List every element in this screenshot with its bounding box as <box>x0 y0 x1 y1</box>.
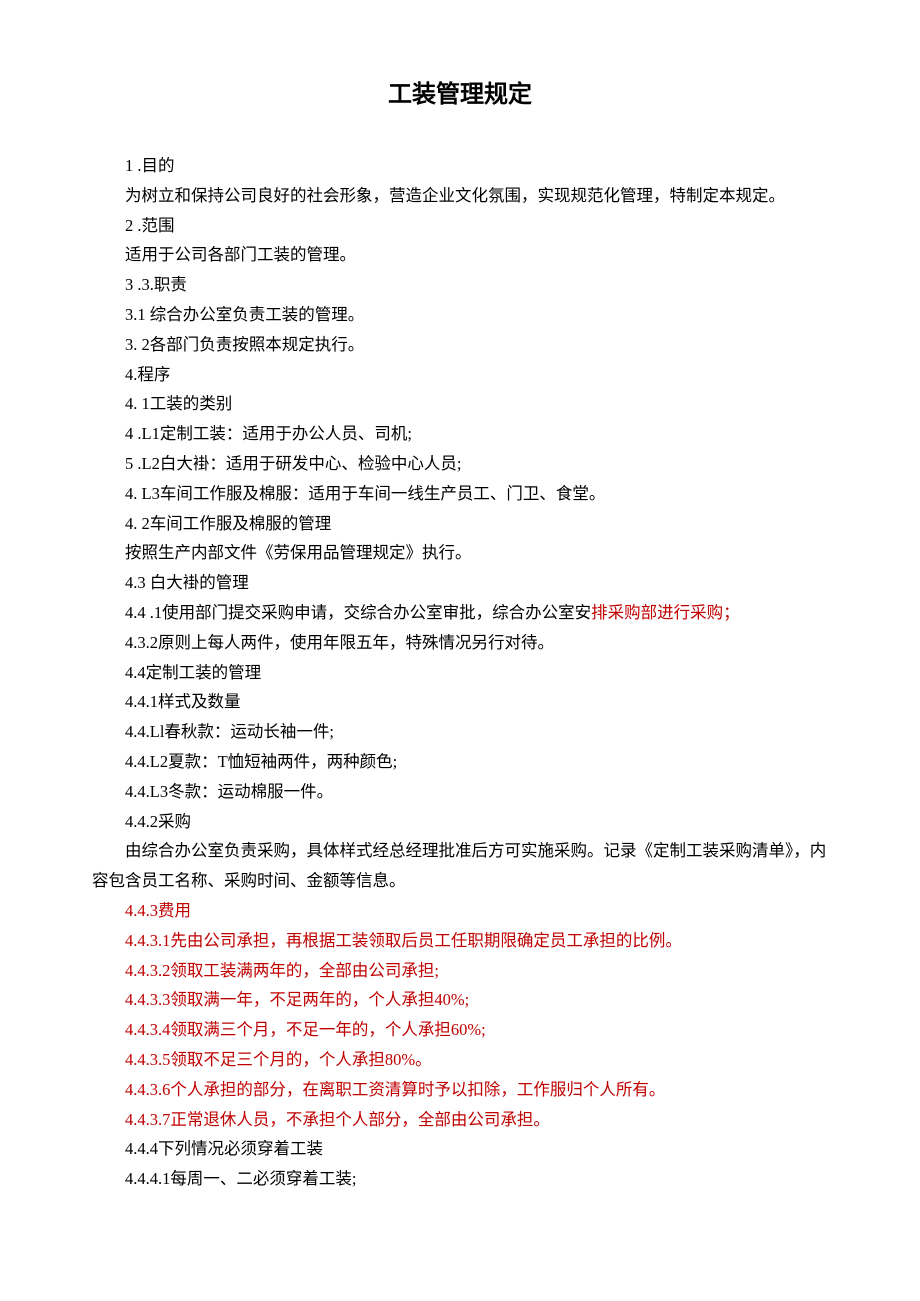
body-line: 由综合办公室负责采购，具体样式经总经理批准后方可实施采购。记录《定制工装采购清单… <box>92 836 828 896</box>
body-line: 4.4.Ll春秋款：运动长袖一件; <box>92 717 828 747</box>
text-span: 排采购部进行采购； <box>591 603 740 622</box>
document-body: 1 .目的为树立和保持公司良好的社会形象，营造企业文化氛围，实现规范化管理，特制… <box>92 151 828 1194</box>
body-line: 4.3 白大褂的管理 <box>92 568 828 598</box>
document-title: 工装管理规定 <box>92 74 828 109</box>
body-line: 4. 2车间工作服及棉服的管理 <box>92 509 828 539</box>
body-line: 4. 1工装的类别 <box>92 389 828 419</box>
body-line: 4.4.L2夏款：T恤短袖两件，两种颜色; <box>92 747 828 777</box>
body-line: 4.4.3.5领取不足三个月的，个人承担80%。 <box>92 1045 828 1075</box>
body-line: 3 .3.职责 <box>92 270 828 300</box>
body-line: 4.4.3.6个人承担的部分，在离职工资清算时予以扣除，工作服归个人所有。 <box>92 1075 828 1105</box>
body-line: 4.4.3.4领取满三个月，不足一年的，个人承担60%; <box>92 1015 828 1045</box>
document-page: 工装管理规定 1 .目的为树立和保持公司良好的社会形象，营造企业文化氛围，实现规… <box>0 0 920 1254</box>
body-line: 按照生产内部文件《劳保用品管理规定》执行。 <box>92 538 828 568</box>
body-line: 4.4.3.2领取工装满两年的，全部由公司承担; <box>92 956 828 986</box>
body-line: 4.4.3.1先由公司承担，再根据工装领取后员工任职期限确定员工承担的比例。 <box>92 926 828 956</box>
body-line: 3.1 综合办公室负责工装的管理。 <box>92 300 828 330</box>
body-line: 2 .范围 <box>92 211 828 241</box>
body-line: 4.4.3费用 <box>92 896 828 926</box>
body-line: 4.4.L3冬款：运动棉服一件。 <box>92 777 828 807</box>
body-line: 4.程序 <box>92 360 828 390</box>
body-line: 1 .目的 <box>92 151 828 181</box>
body-line: 4.4.4下列情况必须穿着工装 <box>92 1134 828 1164</box>
body-line: 5 .L2白大褂：适用于研发中心、检验中心人员; <box>92 449 828 479</box>
body-line: 4. L3车间工作服及棉服：适用于车间一线生产员工、门卫、食堂。 <box>92 479 828 509</box>
body-line: 4 .L1定制工装：适用于办公人员、司机; <box>92 419 828 449</box>
body-line: 4.4.3.3领取满一年，不足两年的，个人承担40%; <box>92 985 828 1015</box>
body-line: 4.4.4.1每周一、二必须穿着工装; <box>92 1164 828 1194</box>
body-line: 4.3.2原则上每人两件，使用年限五年，特殊情况另行对待。 <box>92 628 828 658</box>
body-line: 适用于公司各部门工装的管理。 <box>92 240 828 270</box>
body-line: 4.4 .1使用部门提交采购申请，交综合办公室审批，综合办公室安排采购部进行采购… <box>92 598 828 628</box>
body-line: 4.4.3.7正常退休人员，不承担个人部分，全部由公司承担。 <box>92 1105 828 1135</box>
body-line: 4.4定制工装的管理 <box>92 658 828 688</box>
body-line: 4.4.1样式及数量 <box>92 687 828 717</box>
body-line: 为树立和保持公司良好的社会形象，营造企业文化氛围，实现规范化管理，特制定本规定。 <box>92 181 828 211</box>
body-line: 3. 2各部门负责按照本规定执行。 <box>92 330 828 360</box>
text-span: 4.4 .1使用部门提交采购申请，交综合办公室审批，综合办公室安 <box>125 603 591 622</box>
body-line: 4.4.2采购 <box>92 807 828 837</box>
